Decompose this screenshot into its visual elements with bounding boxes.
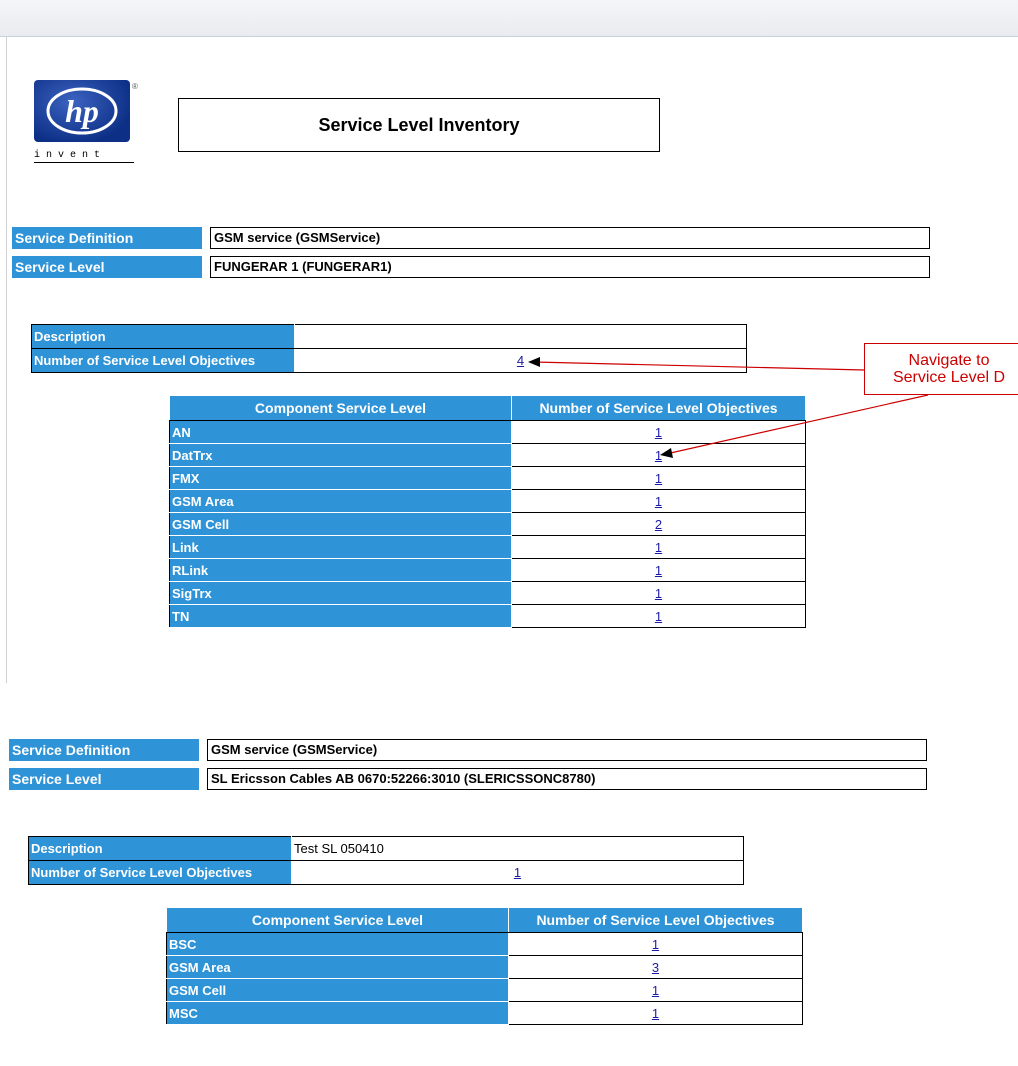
objective-count-cell: 1 — [508, 1001, 803, 1025]
objective-count-cell: 3 — [508, 955, 803, 979]
objective-count-link[interactable]: 1 — [652, 937, 659, 952]
objective-count-link[interactable]: 1 — [652, 983, 659, 998]
table-row: GSM Area 3 — [166, 955, 803, 979]
arrow-head-1 — [528, 357, 540, 367]
description-label: Description — [28, 836, 292, 861]
objective-count-link[interactable]: 1 — [652, 1006, 659, 1021]
service-level-label: Service Level — [9, 768, 199, 790]
component-table: Component Service Level Number of Servic… — [166, 907, 803, 1025]
service-level-value: SL Ericsson Cables AB 0670:52266:3010 (S… — [207, 768, 927, 790]
service-definition-row: Service Definition GSM service (GSMServi… — [9, 739, 927, 761]
component-name: MSC — [166, 1001, 509, 1025]
arrow-line-1 — [533, 361, 865, 371]
component-name: GSM Area — [166, 955, 509, 979]
objectives-count-cell: 1 — [291, 860, 744, 885]
service-definition-value: GSM service (GSMService) — [207, 739, 927, 761]
arrow-head-2 — [660, 448, 673, 458]
component-table-body: BSC 1 GSM Area 3 GSM Cell 1 MSC 1 — [166, 932, 803, 1025]
component-name: GSM Cell — [166, 978, 509, 1002]
table-row: MSC 1 — [166, 1001, 803, 1025]
component-name: BSC — [166, 932, 509, 956]
service-level-row: Service Level SL Ericsson Cables AB 0670… — [9, 768, 927, 790]
description-value: Test SL 050410 — [291, 836, 744, 861]
table-row: GSM Cell 1 — [166, 978, 803, 1002]
objectives-count-link[interactable]: 1 — [514, 865, 521, 880]
table-row: BSC 1 — [166, 932, 803, 956]
description-table: Description Test SL 050410 Number of Ser… — [28, 836, 744, 885]
objectives-count-label: Number of Service Level Objectives — [28, 860, 292, 885]
arrow-line-2 — [665, 394, 929, 455]
column-header-component: Component Service Level — [166, 907, 509, 933]
objective-count-link[interactable]: 3 — [652, 960, 659, 975]
service-definition-label: Service Definition — [9, 739, 199, 761]
column-header-objectives: Number of Service Level Objectives — [508, 907, 803, 933]
objective-count-cell: 1 — [508, 978, 803, 1002]
objective-count-cell: 1 — [508, 932, 803, 956]
